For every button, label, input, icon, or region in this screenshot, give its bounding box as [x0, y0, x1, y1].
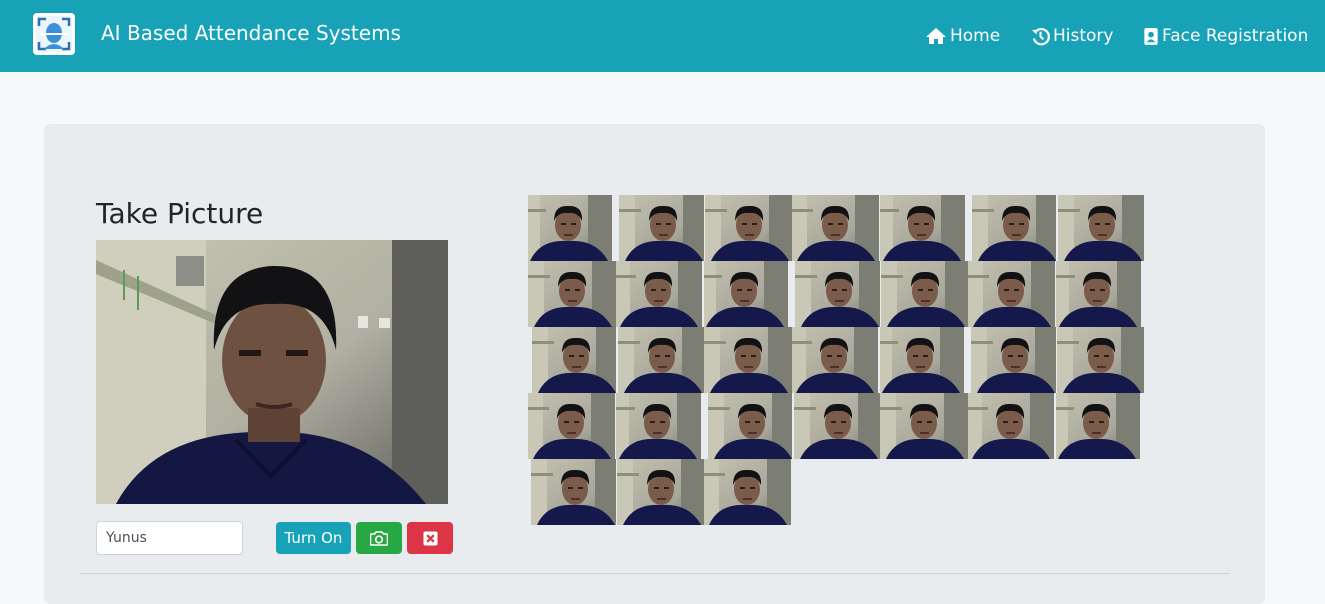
captured-photo — [616, 327, 704, 393]
captured-photo — [704, 261, 792, 327]
turn-on-button[interactable]: Turn On — [276, 522, 351, 554]
capture-button[interactable] — [356, 522, 402, 554]
clear-button[interactable] — [407, 522, 453, 554]
nav-face-registration[interactable]: Face Registration — [1143, 24, 1308, 48]
nav-home[interactable]: Home — [925, 24, 1000, 48]
captured-photo — [616, 195, 704, 261]
captured-photo — [792, 261, 880, 327]
nav-history-label: History — [1053, 26, 1114, 46]
captured-photo — [792, 393, 880, 459]
captured-photo — [704, 393, 792, 459]
close-icon — [422, 530, 438, 546]
id-badge-icon — [1144, 27, 1158, 45]
camera-icon — [370, 530, 388, 546]
captured-photo — [968, 195, 1056, 261]
webcam-feed — [96, 240, 448, 504]
captured-photo — [528, 261, 616, 327]
captured-photo — [880, 393, 968, 459]
captured-photo — [880, 195, 968, 261]
page-title: Take Picture — [96, 197, 264, 230]
captured-photo — [528, 459, 616, 525]
captured-photo — [968, 393, 1056, 459]
captured-photo — [880, 261, 968, 327]
captured-photo — [1056, 393, 1144, 459]
captured-photos-grid — [528, 195, 1144, 525]
navbar: AI Based Attendance Systems Home History… — [0, 0, 1325, 72]
nav-face-registration-label: Face Registration — [1162, 26, 1309, 46]
captured-photo — [1056, 195, 1144, 261]
name-input[interactable] — [96, 521, 243, 555]
captured-photo — [616, 393, 704, 459]
captured-photo — [616, 459, 704, 525]
nav-home-label: Home — [950, 26, 1001, 46]
captured-photo — [792, 195, 880, 261]
captured-photo — [528, 393, 616, 459]
captured-photo — [704, 459, 792, 525]
captured-photo — [528, 195, 616, 261]
captured-photo — [968, 261, 1056, 327]
captured-photo — [704, 327, 792, 393]
captured-photo — [1056, 327, 1144, 393]
captured-photo — [880, 327, 968, 393]
divider — [79, 573, 1230, 574]
captured-photo — [616, 261, 704, 327]
app-title[interactable]: AI Based Attendance Systems — [101, 20, 401, 46]
home-icon — [926, 28, 946, 44]
captured-photo — [704, 195, 792, 261]
captured-photo — [968, 327, 1056, 393]
captured-photo — [1056, 261, 1144, 327]
captured-photo — [792, 327, 880, 393]
face-scan-logo-icon[interactable] — [33, 13, 75, 55]
history-icon — [1031, 27, 1050, 45]
nav-history[interactable]: History — [1031, 24, 1113, 48]
captured-photo — [528, 327, 616, 393]
